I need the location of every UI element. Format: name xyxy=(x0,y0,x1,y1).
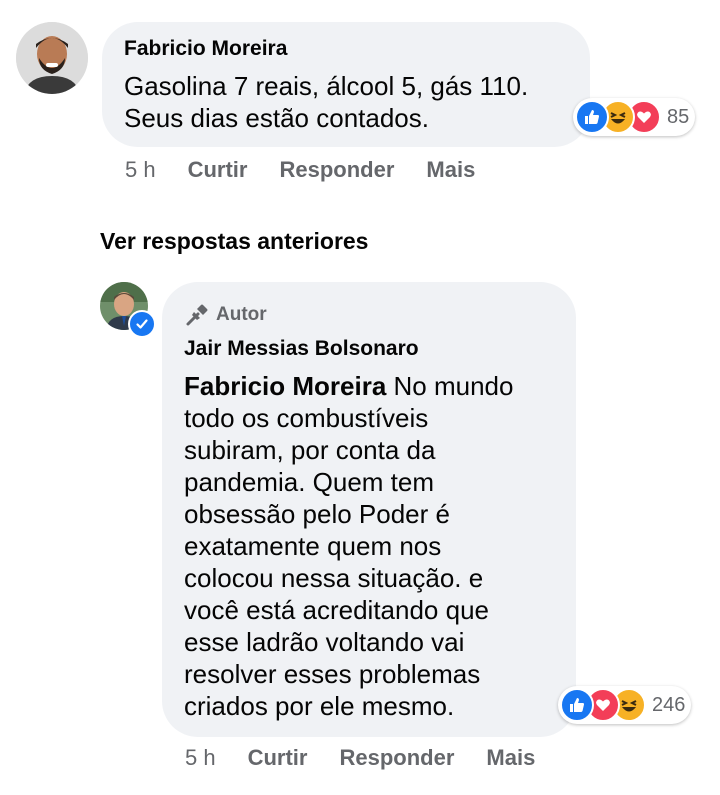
reply-bubble: Autor Jair Messias Bolsonaro Fabricio Mo… xyxy=(162,282,576,737)
avatar-jair[interactable] xyxy=(100,282,156,338)
microphone-icon xyxy=(186,304,208,326)
comment-text: Gasolina 7 reais, álcool 5, gás 110. Seu… xyxy=(124,70,528,134)
reply-text-line: resolver esses problemas xyxy=(184,659,481,689)
reply-button[interactable]: Responder xyxy=(339,745,454,771)
comment-bubble: Fabricio Moreira Gasolina 7 reais, álcoo… xyxy=(102,22,590,147)
reply-text-line: Fabricio Moreira No mundo xyxy=(184,371,514,401)
reply-text-line: esse ladrão voltando vai xyxy=(184,627,465,657)
author-badge: Autor xyxy=(184,302,267,328)
reply-actions: 5 h Curtir Responder Mais xyxy=(185,745,535,771)
see-previous-replies[interactable]: Ver respostas anteriores xyxy=(100,228,368,255)
reply-text-line: subiram, por conta da xyxy=(184,435,436,465)
avatar-fabricio[interactable] xyxy=(16,22,88,94)
reply-text: Fabricio Moreira No mundo todo os combus… xyxy=(184,370,513,722)
author-badge-label: Autor xyxy=(216,304,267,325)
reply-author[interactable]: Jair Messias Bolsonaro xyxy=(184,337,419,361)
reply-text-line: criados por ele mesmo. xyxy=(184,691,455,721)
reaction-count: 85 xyxy=(667,105,690,128)
reply-text-line: obsessão pelo Poder é xyxy=(184,499,450,529)
reply-text-line: todo os combustíveis xyxy=(184,403,429,433)
like-icon xyxy=(575,100,609,134)
comment-text-line: Seus dias estão contados. xyxy=(124,103,429,133)
like-icon xyxy=(560,688,594,722)
reply-reactions[interactable]: 246 xyxy=(558,686,692,724)
comment-time[interactable]: 5 h xyxy=(125,157,156,183)
reply-button[interactable]: Responder xyxy=(279,157,394,183)
reply-time[interactable]: 5 h xyxy=(185,745,216,771)
comment-text-line: Gasolina 7 reais, álcool 5, gás 110. xyxy=(124,71,529,101)
like-button[interactable]: Curtir xyxy=(188,157,248,183)
mention-link[interactable]: Fabricio Moreira xyxy=(184,371,386,401)
comment-actions: 5 h Curtir Responder Mais xyxy=(125,157,475,183)
reaction-count: 246 xyxy=(652,693,686,716)
reply-text-line: exatamente quem nos xyxy=(184,531,442,561)
more-button[interactable]: Mais xyxy=(486,745,535,771)
reply-text-line: colocou nessa situação. e xyxy=(184,563,484,593)
avatar-face-icon xyxy=(16,22,88,94)
comment-author[interactable]: Fabricio Moreira xyxy=(124,37,287,61)
like-button[interactable]: Curtir xyxy=(248,745,308,771)
more-button[interactable]: Mais xyxy=(426,157,475,183)
verified-badge-icon xyxy=(128,310,156,338)
reply-text-line: pandemia. Quem tem xyxy=(184,467,435,497)
reply-text-line: você está acreditando que xyxy=(184,595,489,625)
comment-reactions[interactable]: 85 xyxy=(573,98,696,136)
